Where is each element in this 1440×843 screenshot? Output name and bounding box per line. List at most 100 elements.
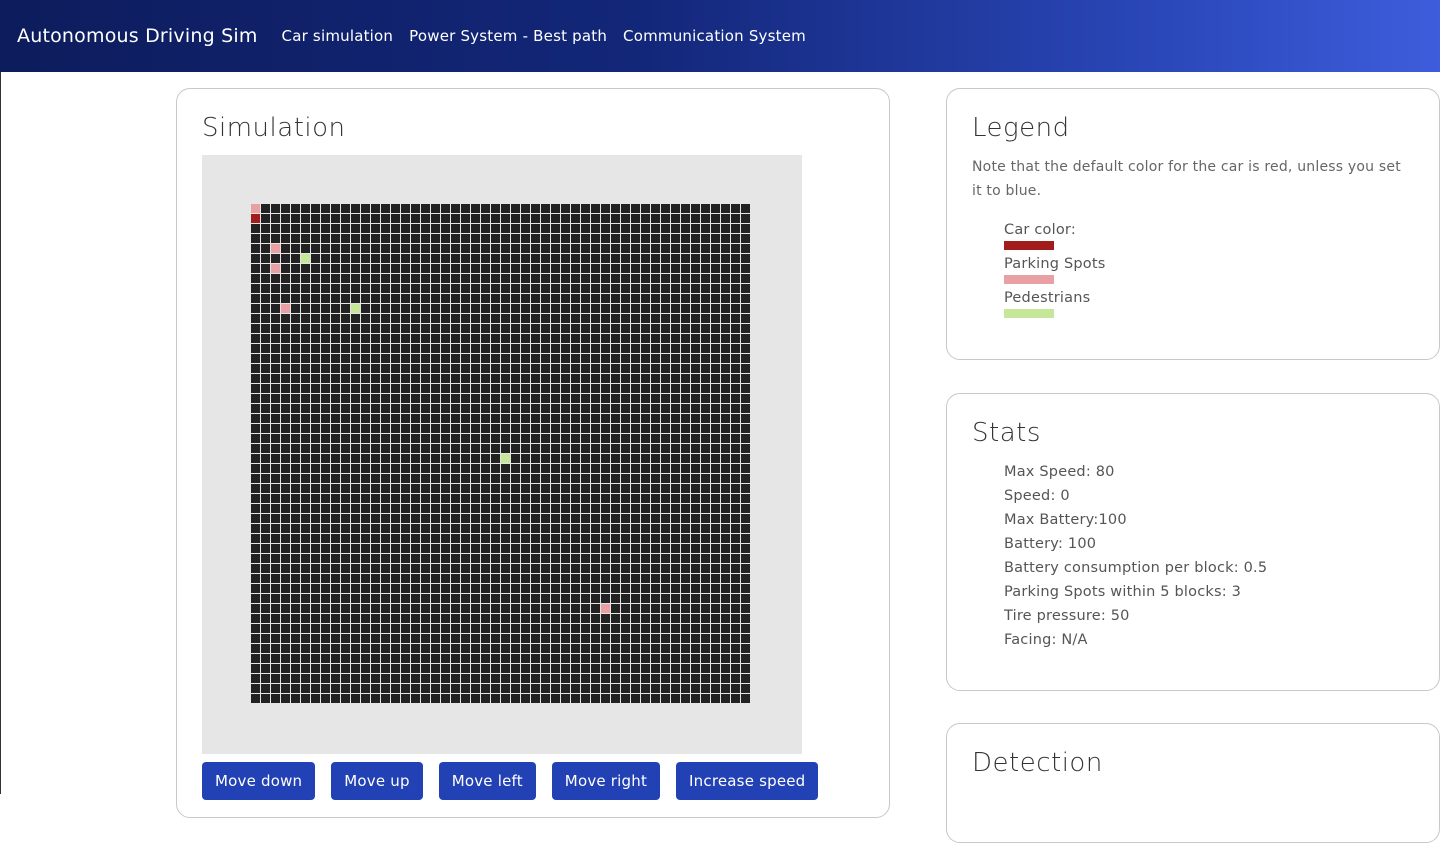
nav-link-car-simulation[interactable]: Car simulation: [282, 27, 394, 45]
grid-cell: [601, 394, 610, 403]
legend-note: Note that the default color for the car …: [972, 159, 1401, 199]
grid-cell: [431, 444, 440, 453]
grid-cell: [411, 494, 420, 503]
grid-cell: [641, 464, 650, 473]
grid-cell: [431, 264, 440, 273]
move-up-button[interactable]: Move up: [331, 762, 423, 800]
grid-cell: [461, 634, 470, 643]
grid-cell: [651, 474, 660, 483]
grid-cell: [321, 594, 330, 603]
grid-cell: [441, 484, 450, 493]
grid-cell: [631, 284, 640, 293]
grid-cell: [661, 664, 670, 673]
grid-cell: [431, 624, 440, 633]
grid-cell: [731, 674, 740, 683]
grid-cell: [731, 554, 740, 563]
grid-cell: [291, 464, 300, 473]
grid-cell: [271, 364, 280, 373]
grid-cell: [271, 224, 280, 233]
grid-cell: [721, 244, 730, 253]
grid-cell: [281, 494, 290, 503]
grid-cell: [551, 654, 560, 663]
grid-cell: [521, 454, 530, 463]
car-cell: [251, 214, 260, 223]
grid-cell: [611, 524, 620, 533]
grid-cell: [501, 574, 510, 583]
grid-cell: [611, 404, 620, 413]
grid-cell: [351, 254, 360, 263]
grid-cell: [591, 474, 600, 483]
grid-cell: [631, 254, 640, 263]
grid-cell: [431, 484, 440, 493]
grid-cell: [421, 404, 430, 413]
grid-cell: [341, 604, 350, 613]
grid-cell: [291, 494, 300, 503]
move-left-button[interactable]: Move left: [438, 762, 536, 800]
grid-cell: [401, 424, 410, 433]
brand-link[interactable]: Autonomous Driving Sim: [17, 25, 258, 47]
grid-cell: [321, 574, 330, 583]
grid-cell: [591, 294, 600, 303]
grid-cell: [401, 664, 410, 673]
grid-cell: [611, 504, 620, 513]
grid-cell: [601, 364, 610, 373]
grid-cell: [711, 354, 720, 363]
grid-cell: [501, 384, 510, 393]
grid-cell: [611, 544, 620, 553]
grid-cell: [281, 404, 290, 413]
simulation-canvas[interactable]: [202, 155, 802, 754]
grid-cell: [611, 234, 620, 243]
nav-link-communication-system[interactable]: Communication System: [623, 27, 806, 45]
grid-cell: [731, 294, 740, 303]
grid-cell: [441, 284, 450, 293]
grid-cell: [441, 214, 450, 223]
grid-cell: [411, 214, 420, 223]
grid-cell: [341, 414, 350, 423]
nav-link-power-system[interactable]: Power System - Best path: [409, 27, 607, 45]
grid-cell: [581, 474, 590, 483]
grid-cell: [721, 294, 730, 303]
grid-cell: [601, 374, 610, 383]
grid-cell: [681, 454, 690, 463]
grid-cell: [741, 424, 750, 433]
grid-cell: [591, 594, 600, 603]
grid-cell: [401, 554, 410, 563]
grid-cell: [721, 394, 730, 403]
grid-cell: [361, 284, 370, 293]
grid-cell: [371, 694, 380, 703]
grid-cell: [501, 234, 510, 243]
move-down-button[interactable]: Move down: [202, 762, 316, 800]
grid-cell: [631, 394, 640, 403]
grid-cell: [721, 204, 730, 213]
grid-cell: [461, 514, 470, 523]
increase-speed-button[interactable]: Increase speed: [676, 762, 819, 800]
grid-cell: [591, 494, 600, 503]
grid-cell: [331, 274, 340, 283]
grid-cell: [251, 454, 260, 463]
grid-cell: [741, 554, 750, 563]
grid-cell: [551, 404, 560, 413]
grid-cell: [451, 414, 460, 423]
grid-cell: [691, 614, 700, 623]
grid-cell: [721, 544, 730, 553]
grid-cell: [601, 234, 610, 243]
grid-cell: [271, 384, 280, 393]
grid-cell: [451, 564, 460, 573]
grid-cell: [431, 564, 440, 573]
grid-cell: [361, 424, 370, 433]
grid-cell: [701, 454, 710, 463]
grid-cell: [341, 514, 350, 523]
grid-cell: [701, 514, 710, 523]
grid-cell: [381, 384, 390, 393]
grid-cell: [491, 384, 500, 393]
move-right-button[interactable]: Move right: [551, 762, 661, 800]
grid-cell: [321, 494, 330, 503]
grid-cell: [671, 674, 680, 683]
grid-cell: [691, 664, 700, 673]
grid-cell: [301, 524, 310, 533]
grid-cell: [351, 684, 360, 693]
grid-cell: [671, 304, 680, 313]
grid-cell: [291, 394, 300, 403]
grid-cell: [321, 224, 330, 233]
grid-cell: [271, 674, 280, 683]
